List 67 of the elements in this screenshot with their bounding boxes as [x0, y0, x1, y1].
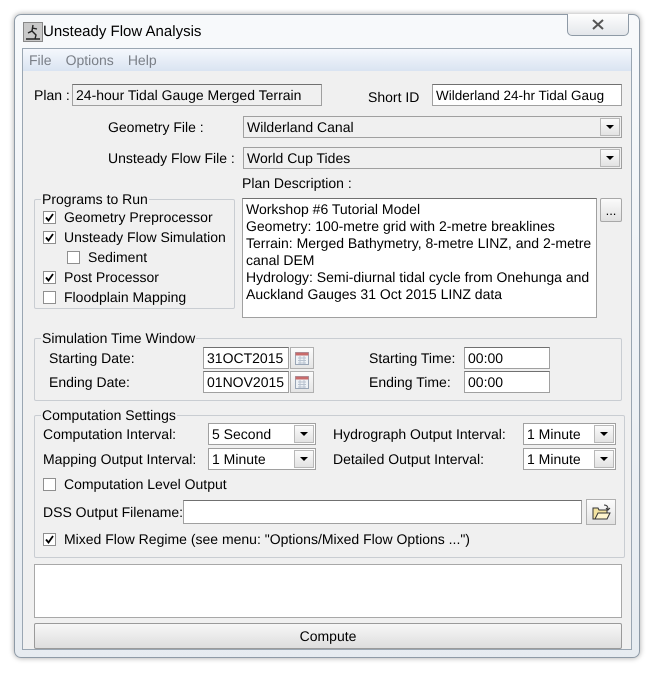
caret-icon — [299, 431, 309, 437]
text-area[interactable]: Workshop #6 Tutorial Model Geometry: 100-metre grid with 2-metre breaklines Terrain: Merged Bathymetry, 8-metre LINZ, and 2-metre canal DEM Hydrology: Semi-diurnal tidal cycle from Onehunga and Auckland Gauges 31 Oct 2015 LINZ data — [242, 198, 597, 318]
time-field[interactable]: 00:00 — [464, 347, 550, 369]
checkbox-label: Geometry Preprocessor — [64, 209, 213, 225]
check-icon — [45, 212, 54, 222]
dropdown[interactable]: 1 Minute — [523, 423, 616, 445]
field-label: Ending Time: — [369, 374, 452, 390]
field-label: Starting Time: — [369, 350, 456, 366]
field-label: Short ID — [368, 88, 420, 105]
checkbox[interactable] — [43, 290, 56, 304]
window-title: Unsteady Flow Analysis — [43, 23, 202, 40]
checkbox-label: Sediment — [88, 249, 148, 265]
time-field[interactable]: 00:00 — [464, 371, 550, 393]
folder-icon — [592, 504, 610, 520]
input-field[interactable]: Wilderland 24-hr Tidal Gaug — [432, 84, 622, 106]
checkbox[interactable] — [43, 270, 56, 284]
checkbox[interactable] — [43, 478, 56, 490]
checkbox-label: Mixed Flow Regime (see menu: "Options/Mixed Flow Options ...") — [64, 531, 470, 547]
date-field[interactable]: 31OCT2015 — [203, 347, 289, 369]
checkbox[interactable] — [43, 230, 56, 244]
field-label: Unsteady Flow File : — [108, 150, 236, 166]
calendar-icon — [295, 376, 309, 388]
checkbox-label: Computation Level Output — [64, 476, 227, 492]
date-field[interactable]: 01NOV2015 — [203, 371, 289, 393]
field-label: Detailed Output Interval: — [333, 451, 485, 467]
input-field[interactable]: 24-hour Tidal Gauge Merged Terrain — [72, 84, 322, 106]
field-label: Plan : — [34, 87, 71, 103]
close-icon — [592, 19, 604, 30]
browse-button[interactable]: ... — [600, 198, 622, 222]
group-title: Programs to Run — [41, 191, 149, 207]
caret-icon — [605, 155, 615, 161]
app-icon — [23, 22, 43, 42]
group-title: Simulation Time Window — [41, 330, 196, 346]
field-label: DSS Output Filename: — [43, 504, 183, 520]
field-label: Geometry File : — [108, 119, 205, 135]
check-icon — [45, 534, 54, 544]
checkbox-label: Floodplain Mapping — [64, 289, 186, 305]
field-label: Mapping Output Interval: — [43, 451, 198, 467]
calendar-button[interactable] — [290, 371, 314, 393]
caret-icon — [599, 456, 609, 462]
dropdown[interactable]: World Cup Tides — [243, 147, 622, 169]
check-icon — [45, 272, 54, 282]
calendar-button[interactable] — [290, 347, 314, 369]
caret-icon — [605, 124, 615, 130]
checkbox[interactable] — [43, 210, 56, 224]
field-label: Hydrograph Output Interval: — [333, 426, 507, 442]
checkbox-label: Post Processor — [64, 269, 159, 285]
close-button[interactable] — [567, 14, 629, 36]
checkbox[interactable] — [67, 250, 80, 264]
checkbox-label: Unsteady Flow Simulation — [64, 229, 226, 245]
dropdown[interactable]: Wilderland Canal — [243, 116, 622, 138]
compute-button[interactable]: Compute — [34, 623, 622, 649]
calendar-icon — [295, 352, 309, 364]
check-icon — [45, 232, 54, 242]
field-label: Starting Date: — [48, 350, 136, 366]
input-field[interactable] — [183, 500, 582, 524]
field-label: Ending Date: — [48, 374, 131, 390]
caret-icon — [299, 456, 309, 462]
field-label: Plan Description : — [242, 175, 353, 193]
dropdown[interactable]: 1 Minute — [523, 448, 616, 470]
dropdown[interactable]: 5 Second — [208, 423, 316, 445]
caret-icon — [599, 431, 609, 437]
group-title: Computation Settings — [41, 407, 177, 423]
checkbox[interactable] — [43, 532, 56, 546]
open-folder-button[interactable] — [586, 499, 616, 525]
field-label: Computation Interval: — [43, 426, 178, 442]
dropdown[interactable]: 1 Minute — [208, 448, 316, 470]
